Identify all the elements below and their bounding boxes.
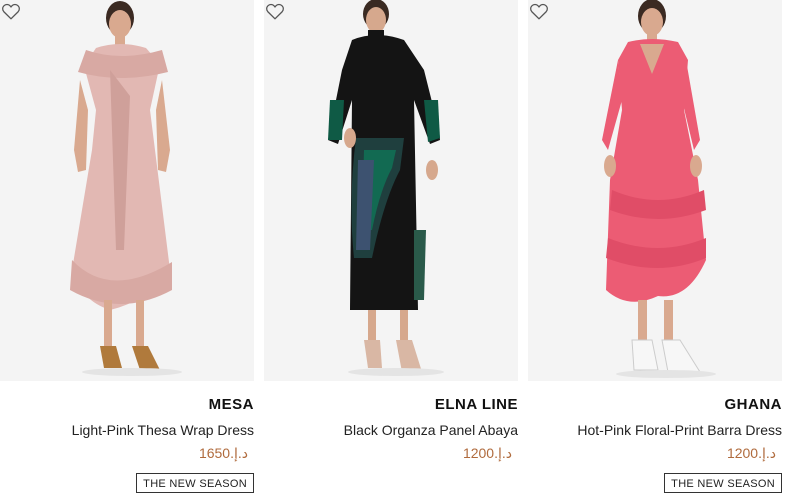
price-currency: د.إ.	[230, 445, 248, 461]
product-image[interactable]	[528, 0, 782, 381]
wishlist-heart-icon[interactable]	[528, 0, 550, 22]
model-in-black-abaya	[328, 0, 444, 376]
product-card[interactable]: GHANA Hot-Pink Floral-Print Barra Dress …	[528, 0, 782, 501]
product-brand[interactable]: GHANA	[725, 396, 783, 413]
price-currency: د.إ.	[494, 445, 512, 461]
product-grid: MESA Light-Pink Thesa Wrap Dress د.إ.165…	[0, 0, 800, 501]
new-season-badge: THE NEW SEASON	[664, 473, 782, 493]
product-card[interactable]: MESA Light-Pink Thesa Wrap Dress د.إ.165…	[0, 0, 254, 501]
price-value: 1200	[462, 445, 495, 461]
new-season-badge: THE NEW SEASON	[136, 473, 254, 493]
product-image[interactable]	[0, 0, 254, 381]
product-brand[interactable]: MESA	[209, 396, 254, 413]
product-price: د.إ.1200	[463, 445, 518, 462]
product-image[interactable]	[264, 0, 518, 381]
price-value: 1200	[726, 445, 759, 461]
product-price: د.إ.1650	[199, 445, 254, 462]
product-card[interactable]: ELNA LINE Black Organza Panel Abaya د.إ.…	[264, 0, 518, 501]
model-in-light-pink-wrap-dress	[70, 1, 182, 376]
product-brand[interactable]: ELNA LINE	[435, 396, 518, 413]
wishlist-heart-icon[interactable]	[264, 0, 286, 22]
model-in-hot-pink-dress	[602, 0, 716, 378]
wishlist-heart-icon[interactable]	[0, 0, 22, 22]
price-currency: د.إ.	[758, 445, 776, 461]
price-value: 1650	[198, 445, 231, 461]
product-name[interactable]: Hot-Pink Floral-Print Barra Dress	[577, 422, 782, 438]
product-name[interactable]: Black Organza Panel Abaya	[344, 422, 518, 438]
product-price: د.إ.1200	[727, 445, 782, 462]
product-name[interactable]: Light-Pink Thesa Wrap Dress	[72, 422, 254, 438]
